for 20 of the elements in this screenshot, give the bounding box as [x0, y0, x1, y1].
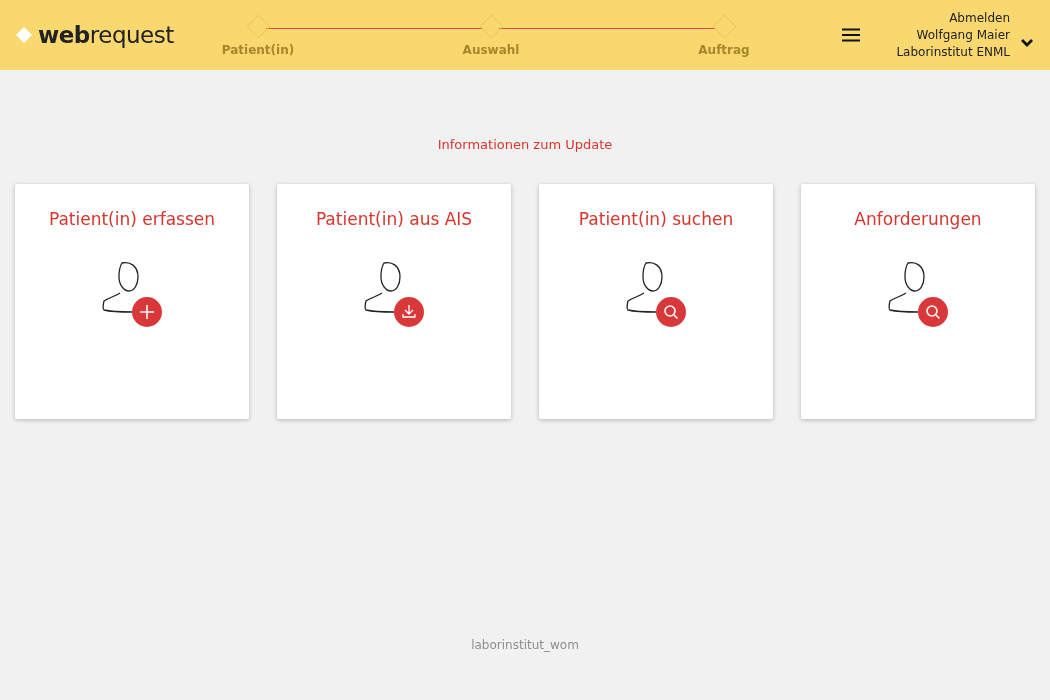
action-card[interactable]: Patient(in) erfassen	[15, 184, 249, 419]
action-card[interactable]: Patient(in) suchen	[539, 184, 773, 419]
step-label: Patient(in)	[221, 42, 295, 57]
institute-name: Laborinstitut ENML	[896, 45, 1010, 59]
card-title: Anforderungen	[854, 209, 982, 229]
chevron-down-icon[interactable]	[1020, 38, 1034, 48]
card-title: Patient(in) suchen	[578, 209, 734, 229]
logout-link[interactable]: Abmelden	[949, 11, 1010, 25]
step-label: Auswahl	[462, 42, 520, 57]
menu-icon[interactable]	[842, 28, 861, 42]
user-name: Wolfgang Maier	[916, 28, 1010, 42]
logo[interactable]: webrequest	[38, 22, 174, 48]
step-label: Auftrag	[698, 42, 750, 57]
action-card[interactable]: Patient(in) aus AIS	[277, 184, 511, 419]
footer-text: laborinstitut_wom	[470, 638, 580, 652]
card-title: Patient(in) aus AIS	[315, 209, 473, 229]
action-card[interactable]: Anforderungen	[801, 184, 1035, 419]
diamond-icon	[16, 27, 32, 43]
update-info-link[interactable]: Informationen zum Update	[437, 137, 613, 152]
card-title: Patient(in) erfassen	[48, 209, 216, 229]
